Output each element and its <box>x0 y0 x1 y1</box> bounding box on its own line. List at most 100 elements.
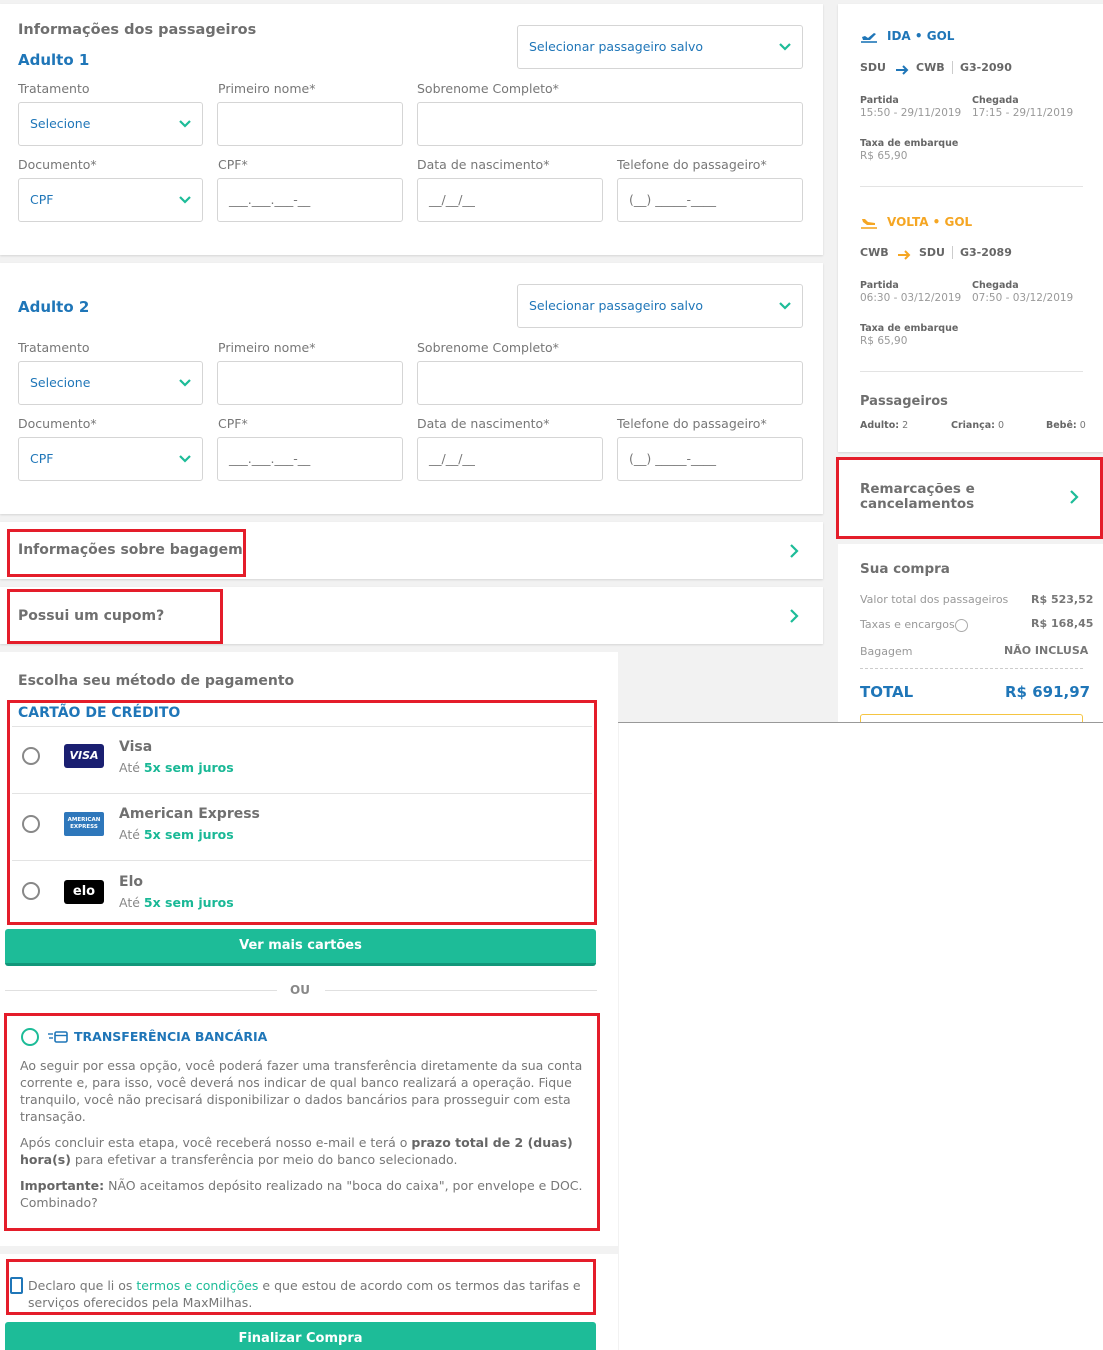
return-to: SDU <box>919 246 945 259</box>
document-label: Documento* <box>18 416 97 431</box>
document-select[interactable]: CPF <box>18 178 203 222</box>
chevron-down-icon <box>778 299 792 313</box>
terms-section: Declaro que li os termos e condições e q… <box>0 1254 618 1350</box>
visa-name: Visa <box>119 739 153 755</box>
terms-link[interactable]: termos e condições <box>136 1278 258 1293</box>
cpf-input[interactable]: ___.___.___-__ <box>217 178 403 222</box>
bank-transfer-icon <box>47 1029 69 1049</box>
first-name-input[interactable] <box>217 361 403 405</box>
saved-passenger-select-1[interactable]: Selecionar passageiro salvo <box>517 25 803 69</box>
surname-input[interactable] <box>417 361 803 405</box>
amex-installments: Até 5x sem juros <box>119 827 234 842</box>
document-label: Documento* <box>18 157 97 172</box>
visa-radio[interactable] <box>22 747 40 765</box>
adult-1-title: Adulto 1 <box>18 51 90 69</box>
cpf-input[interactable]: ___.___.___-__ <box>217 437 403 481</box>
divider <box>860 371 1083 372</box>
passenger-card-2: Adulto 2 Selecionar passageiro salvo Tra… <box>0 263 823 514</box>
adult-2-title: Adulto 2 <box>18 298 90 316</box>
return-title: VOLTA • GOL <box>887 215 973 229</box>
more-cards-button[interactable]: Ver mais cartões <box>5 929 596 966</box>
document-select[interactable]: CPF <box>18 437 203 481</box>
section-title: Informações dos passageiros <box>18 22 257 38</box>
arrow-right-icon <box>897 246 911 265</box>
outbound-departure: 15:50 - 29/11/2019 <box>860 107 962 119</box>
chevron-down-icon <box>178 193 192 207</box>
phone-label: Telefone do passageiro* <box>617 157 767 172</box>
total-value: R$ 691,97 <box>1005 683 1091 701</box>
phone-input[interactable]: (__) _____-____ <box>617 437 803 481</box>
chevron-right-icon <box>788 543 800 558</box>
chevron-down-icon <box>778 40 792 54</box>
birth-date-input[interactable]: __/__/__ <box>417 437 603 481</box>
cpf-label: CPF* <box>218 157 248 172</box>
purchase-title: Sua compra <box>860 561 950 577</box>
total-passengers-label: Valor total dos passageiros <box>860 593 1009 606</box>
visa-logo: VISA <box>64 744 104 768</box>
birth-label: Data de nascimento* <box>417 416 550 431</box>
outbound-arrival-label: Chegada <box>972 95 1019 106</box>
finish-purchase-button[interactable]: Finalizar Compra <box>5 1322 596 1350</box>
terms-checkbox[interactable] <box>10 1277 23 1294</box>
changes-label: Remarcações e cancelamentos <box>860 481 975 512</box>
first-name-input[interactable] <box>217 102 403 146</box>
elo-name: Elo <box>119 874 143 890</box>
bank-transfer-description: Ao seguir por essa opção, você poderá fa… <box>20 1058 583 1124</box>
coupon-row[interactable]: Possui um cupom? <box>0 587 823 644</box>
visa-installments: Até 5x sem juros <box>119 760 234 775</box>
total-label: TOTAL <box>860 683 914 701</box>
elo-logo: elo <box>64 880 104 904</box>
changes-cancellations-row[interactable]: Remarcações e cancelamentos <box>838 460 1103 536</box>
bank-transfer-radio[interactable] <box>21 1028 39 1046</box>
taxes-value: R$ 168,45 <box>1031 617 1094 630</box>
bank-transfer-deadline: Após concluir esta etapa, você receberá … <box>20 1135 573 1167</box>
amex-logo: AMERICAN EXPRESS <box>64 812 104 836</box>
saved-passenger-select-2[interactable]: Selecionar passageiro salvo <box>517 284 803 328</box>
return-arrival: 07:50 - 03/12/2019 <box>972 292 1074 304</box>
baby-count: Bebê: 0 <box>1046 420 1086 431</box>
surname-input[interactable] <box>417 102 803 146</box>
dashed-divider <box>860 668 1083 669</box>
outbound-to: CWB <box>916 61 945 74</box>
info-icon[interactable] <box>955 619 968 632</box>
cpf-label: CPF* <box>218 416 248 431</box>
surname-label: Sobrenome Completo* <box>417 81 559 96</box>
elo-installments: Até 5x sem juros <box>119 895 234 910</box>
purchase-summary: Sua compra Valor total dos passageiros R… <box>838 544 1103 723</box>
baggage-value: NÃO INCLUSA <box>1004 644 1089 657</box>
chevron-down-icon <box>178 117 192 131</box>
outbound-fee: R$ 65,90 <box>860 150 908 162</box>
route-divider <box>952 61 953 74</box>
treatment-select[interactable]: Selecione <box>18 102 203 146</box>
card-option-elo[interactable]: elo Elo Até 5x sem juros <box>12 861 592 923</box>
or-line-right <box>325 990 597 991</box>
card-option-amex[interactable]: AMERICAN EXPRESS American Express Até 5x… <box>12 794 592 860</box>
outbound-departure-label: Partida <box>860 95 899 106</box>
outbound-fee-label: Taxa de embarque <box>860 138 959 149</box>
amex-radio[interactable] <box>22 815 40 833</box>
card-option-visa[interactable]: VISA Visa Até 5x sem juros <box>12 727 592 793</box>
return-from: CWB <box>860 246 889 259</box>
baggage-info-row[interactable]: Informações sobre bagagem <box>0 522 823 579</box>
total-passengers-value: R$ 523,52 <box>1031 593 1094 606</box>
passengers-title: Passageiros <box>860 394 948 409</box>
chevron-down-icon <box>178 376 192 390</box>
adult-count: Adulto: 2 <box>860 420 909 431</box>
payment-title: Escolha seu método de pagamento <box>18 673 295 689</box>
treatment-label: Tratamento <box>18 340 90 355</box>
elo-radio[interactable] <box>22 882 40 900</box>
baggage-label: Bagagem <box>860 645 913 658</box>
return-departure-label: Partida <box>860 280 899 291</box>
return-arrival-label: Chegada <box>972 280 1019 291</box>
or-label: OU <box>290 983 310 997</box>
birth-label: Data de nascimento* <box>417 157 550 172</box>
amex-name: American Express <box>119 806 260 822</box>
baggage-info-label: Informações sobre bagagem <box>18 542 243 558</box>
credit-card-title: CARTÃO DE CRÉDITO <box>18 705 181 721</box>
divider <box>860 186 1083 187</box>
payment-section: Escolha seu método de pagamento CARTÃO D… <box>0 652 618 1246</box>
phone-input[interactable]: (__) _____-____ <box>617 178 803 222</box>
surname-label: Sobrenome Completo* <box>417 340 559 355</box>
treatment-select[interactable]: Selecione <box>18 361 203 405</box>
birth-date-input[interactable]: __/__/__ <box>417 178 603 222</box>
